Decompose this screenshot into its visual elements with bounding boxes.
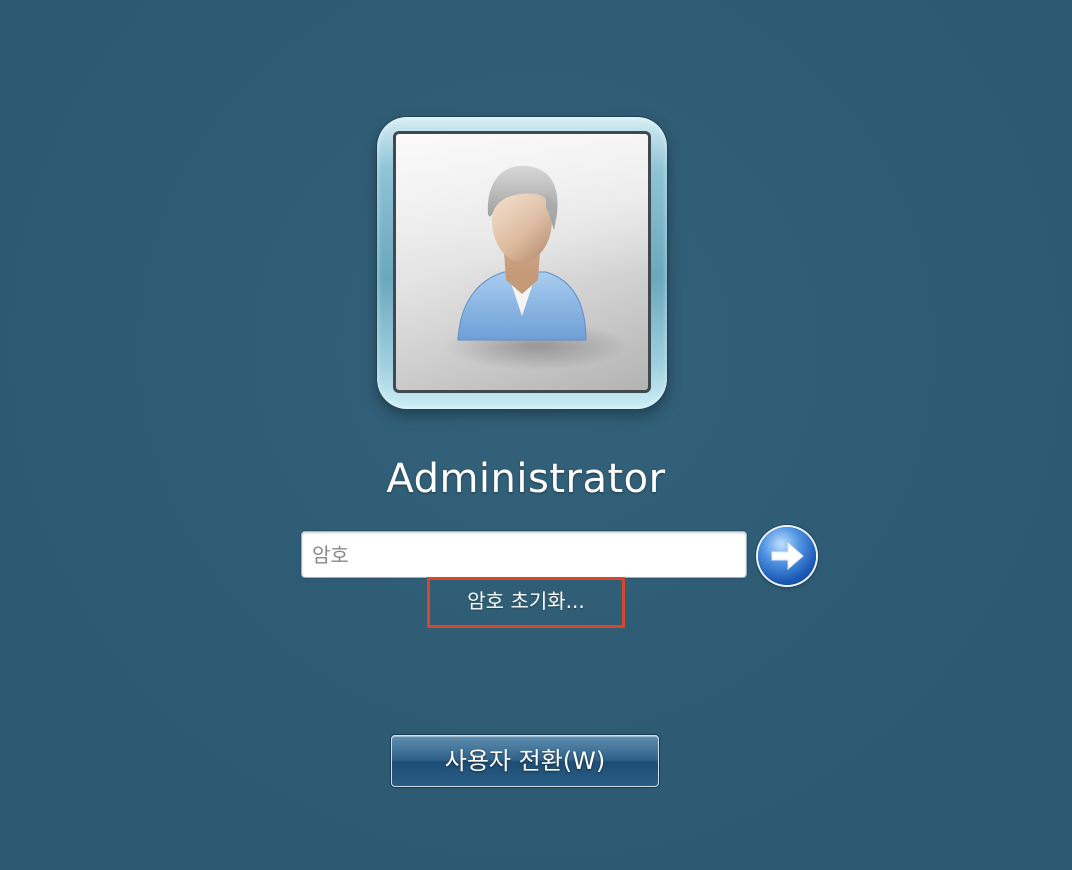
password-input[interactable] <box>301 531 747 578</box>
logon-screen: Administrator 암호 초기화... 사용자 전환(W) <box>0 0 1072 870</box>
reset-password-link[interactable]: 암호 초기화... <box>427 585 625 614</box>
arrow-right-icon <box>771 541 804 571</box>
username-label: Administrator <box>386 456 666 502</box>
submit-button[interactable] <box>758 527 816 585</box>
user-avatar-frame <box>377 117 667 409</box>
user-avatar <box>393 131 651 393</box>
switch-user-button[interactable]: 사용자 전환(W) <box>391 735 659 787</box>
user-avatar-icon <box>444 165 628 370</box>
